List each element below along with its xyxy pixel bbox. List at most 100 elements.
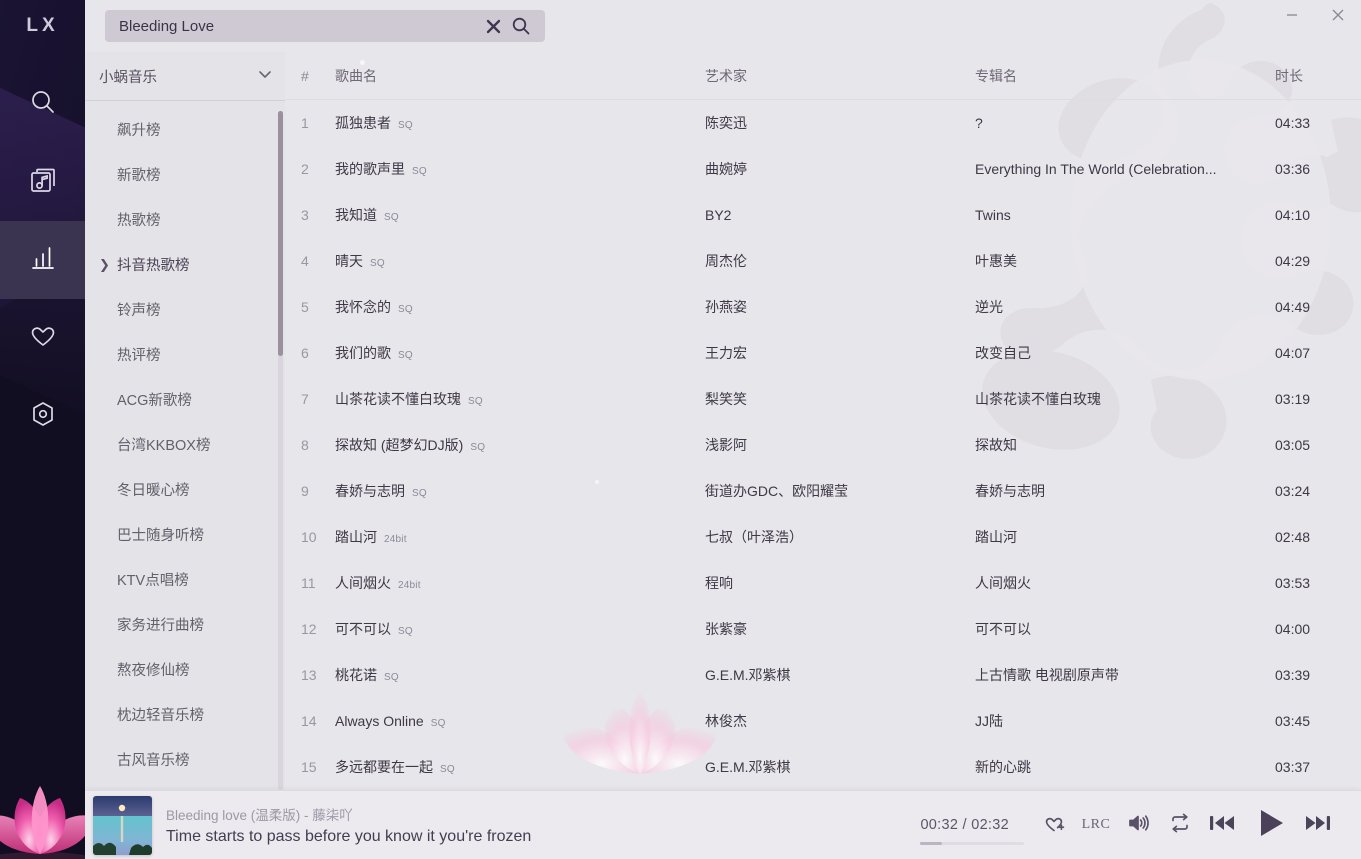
table-row[interactable]: 10 踏山河 24bit 七叔（叶泽浩） 踏山河 02:48 [285, 514, 1361, 560]
cell-duration: 03:53 [1275, 575, 1311, 591]
cell-name: 我怀念的 SQ [335, 297, 705, 317]
search-icon[interactable] [507, 12, 535, 40]
sidebar-item-7[interactable]: ❯台湾KKBOX榜 [85, 422, 285, 467]
nav-item-my-music[interactable] [0, 143, 85, 221]
quality-badge: SQ [384, 212, 399, 223]
table-row[interactable]: 13 桃花诺 SQ G.E.M.邓紫棋 上古情歌 电视剧原声带 03:39 [285, 652, 1361, 698]
cell-album: 踏山河 [975, 529, 1017, 545]
cell-name: Always Online SQ [335, 713, 705, 729]
search-icon [28, 87, 58, 122]
sidebar-item-6[interactable]: ❯ACG新歌榜 [85, 377, 285, 422]
window-controls [1269, 0, 1361, 52]
progress-bar[interactable] [920, 842, 1025, 845]
song-title: 山茶花读不懂白玫瑰 [335, 391, 461, 407]
table-row[interactable]: 4 晴天 SQ 周杰伦 叶惠美 04:29 [285, 238, 1361, 284]
table-row[interactable]: 7 山茶花读不懂白玫瑰 SQ 梨笑笑 山茶花读不懂白玫瑰 03:19 [285, 376, 1361, 422]
table-row[interactable]: 11 人间烟火 24bit 程响 人间烟火 03:53 [285, 560, 1361, 606]
table-row[interactable]: 6 我们的歌 SQ 王力宏 改变自己 04:07 [285, 330, 1361, 376]
lotus-decoration-icon [0, 786, 85, 859]
nav-item-settings[interactable] [0, 377, 85, 455]
sidebar-item-label: 飙升榜 [117, 123, 161, 139]
song-title: 桃花诺 [335, 667, 377, 683]
sidebar-item-13[interactable]: ❯枕边轻音乐榜 [85, 692, 285, 737]
sidebar-item-0[interactable]: ❯飙升榜 [85, 107, 285, 152]
sidebar-item-8[interactable]: ❯冬日暖心榜 [85, 467, 285, 512]
cell-index: 6 [301, 345, 309, 361]
search-box[interactable] [105, 10, 545, 42]
table-row[interactable]: 2 我的歌声里 SQ 曲婉婷 Everything In The World (Cele… [285, 146, 1361, 192]
sidebar-item-4[interactable]: ❯铃声榜 [85, 287, 285, 332]
album-art[interactable] [93, 795, 152, 855]
main-area: 小蜗音乐 ❯飙升榜❯新歌榜❯热歌榜 ❯ 抖音热歌榜 ❯铃声榜❯热评榜❯ACG新歌榜❯台… [85, 0, 1361, 859]
sidebar-scrollbar-track[interactable] [278, 111, 283, 790]
table-body: 1 孤独患者 SQ 陈奕迅? 04:33 2 我的歌声里 SQ 曲婉婷 Everything In… [285, 100, 1361, 790]
table-row[interactable]: 3 我知道 SQ BY2 Twins 04:10 [285, 192, 1361, 238]
cell-artist: 孙燕姿 [705, 299, 747, 315]
cell-album: Twins [975, 207, 1011, 223]
rank-list: ❯飙升榜❯新歌榜❯热歌榜 ❯ 抖音热歌榜 ❯铃声榜❯热评榜❯ACG新歌榜❯台湾KKBO… [85, 101, 285, 790]
cell-duration: 04:49 [1275, 299, 1311, 315]
sidebar-item-1[interactable]: ❯新歌榜 [85, 152, 285, 197]
sidebar-item-9[interactable]: ❯巴士随身听榜 [85, 512, 285, 557]
heart-plus-icon [1042, 811, 1066, 840]
cell-duration: 02:48 [1275, 529, 1311, 545]
quality-badge: 24bit [398, 580, 421, 591]
table-row[interactable]: 1 孤独患者 SQ 陈奕迅? 04:33 [285, 100, 1361, 146]
sidebar-item-3[interactable]: ❯ 抖音热歌榜 [85, 242, 285, 287]
cell-duration: 03:36 [1275, 161, 1311, 177]
table-row[interactable]: 8 探故知 (超梦幻DJ版) SQ 浅影阿 探故知 03:05 [285, 422, 1361, 468]
volume-button[interactable] [1117, 805, 1159, 845]
cell-name: 我的歌声里 SQ [335, 159, 705, 179]
sidebar-scrollbar-thumb[interactable] [278, 111, 283, 356]
table-row[interactable]: 5 我怀念的 SQ 孙燕姿 逆光 04:49 [285, 284, 1361, 330]
song-title: 多远都要在一起 [335, 759, 433, 775]
cell-index: 1 [301, 115, 309, 131]
play-button[interactable] [1243, 805, 1297, 845]
cell-duration: 03:05 [1275, 437, 1311, 453]
repeat-button[interactable] [1159, 805, 1201, 845]
top-bar [85, 0, 1361, 52]
sidebar-item-10[interactable]: ❯KTV点唱榜 [85, 557, 285, 602]
search-input[interactable] [119, 17, 479, 35]
quality-badge: SQ [412, 166, 427, 177]
cell-name: 多远都要在一起 SQ [335, 757, 705, 777]
table-row[interactable]: 12 可不可以 SQ 张紫豪 可不可以 04:00 [285, 606, 1361, 652]
favorite-button[interactable] [1033, 805, 1075, 845]
cell-name: 我知道 SQ [335, 205, 705, 225]
play-icon [1252, 805, 1288, 846]
sidebar-item-label: 熬夜修仙榜 [117, 663, 190, 679]
sidebar-item-label: 冬日暖心榜 [117, 483, 190, 499]
lyrics-button[interactable]: LRC [1075, 805, 1117, 845]
sidebar-item-label: 枕边轻音乐榜 [117, 708, 204, 724]
nav-item-search[interactable] [0, 65, 85, 143]
table-row[interactable]: 14 Always Online SQ 林俊杰 JJ陆 03:45 [285, 698, 1361, 744]
nav-item-favorites[interactable] [0, 299, 85, 377]
close-button[interactable] [1315, 0, 1361, 30]
song-title: 探故知 (超梦幻DJ版) [335, 437, 464, 453]
cell-artist: 程响 [705, 575, 733, 591]
next-button[interactable] [1297, 805, 1339, 845]
sidebar-item-14[interactable]: ❯古风音乐榜 [85, 737, 285, 782]
cell-album: 新的心跳 [975, 759, 1031, 775]
cell-name: 山茶花读不懂白玫瑰 SQ [335, 389, 705, 409]
cell-duration: 04:29 [1275, 253, 1311, 269]
next-icon [1303, 808, 1333, 843]
sidebar-item-label: 古风音乐榜 [117, 753, 190, 769]
cell-artist: 梨笑笑 [705, 391, 747, 407]
cell-duration: 03:19 [1275, 391, 1311, 407]
close-icon[interactable] [479, 12, 507, 40]
cell-index: 15 [301, 759, 317, 775]
sidebar-item-11[interactable]: ❯家务进行曲榜 [85, 602, 285, 647]
cell-artist: 七叔（叶泽浩） [705, 529, 803, 545]
nav-rail: LX [0, 0, 85, 859]
table-row[interactable]: 15 多远都要在一起 SQ G.E.M.邓紫棋 新的心跳 03:37 [285, 744, 1361, 790]
table-row[interactable]: 9 春娇与志明 SQ 街道办GDC、欧阳耀莹 春娇与志明 03:24 [285, 468, 1361, 514]
source-selector[interactable]: 小蜗音乐 [85, 52, 285, 100]
now-playing-title: Bleeding love (温柔版) - 藤柒吖 [166, 808, 353, 823]
sidebar-item-5[interactable]: ❯热评榜 [85, 332, 285, 377]
sidebar-item-2[interactable]: ❯热歌榜 [85, 197, 285, 242]
minimize-button[interactable] [1269, 0, 1315, 30]
sidebar-item-12[interactable]: ❯熬夜修仙榜 [85, 647, 285, 692]
nav-item-rank[interactable] [0, 221, 85, 299]
previous-button[interactable] [1201, 805, 1243, 845]
